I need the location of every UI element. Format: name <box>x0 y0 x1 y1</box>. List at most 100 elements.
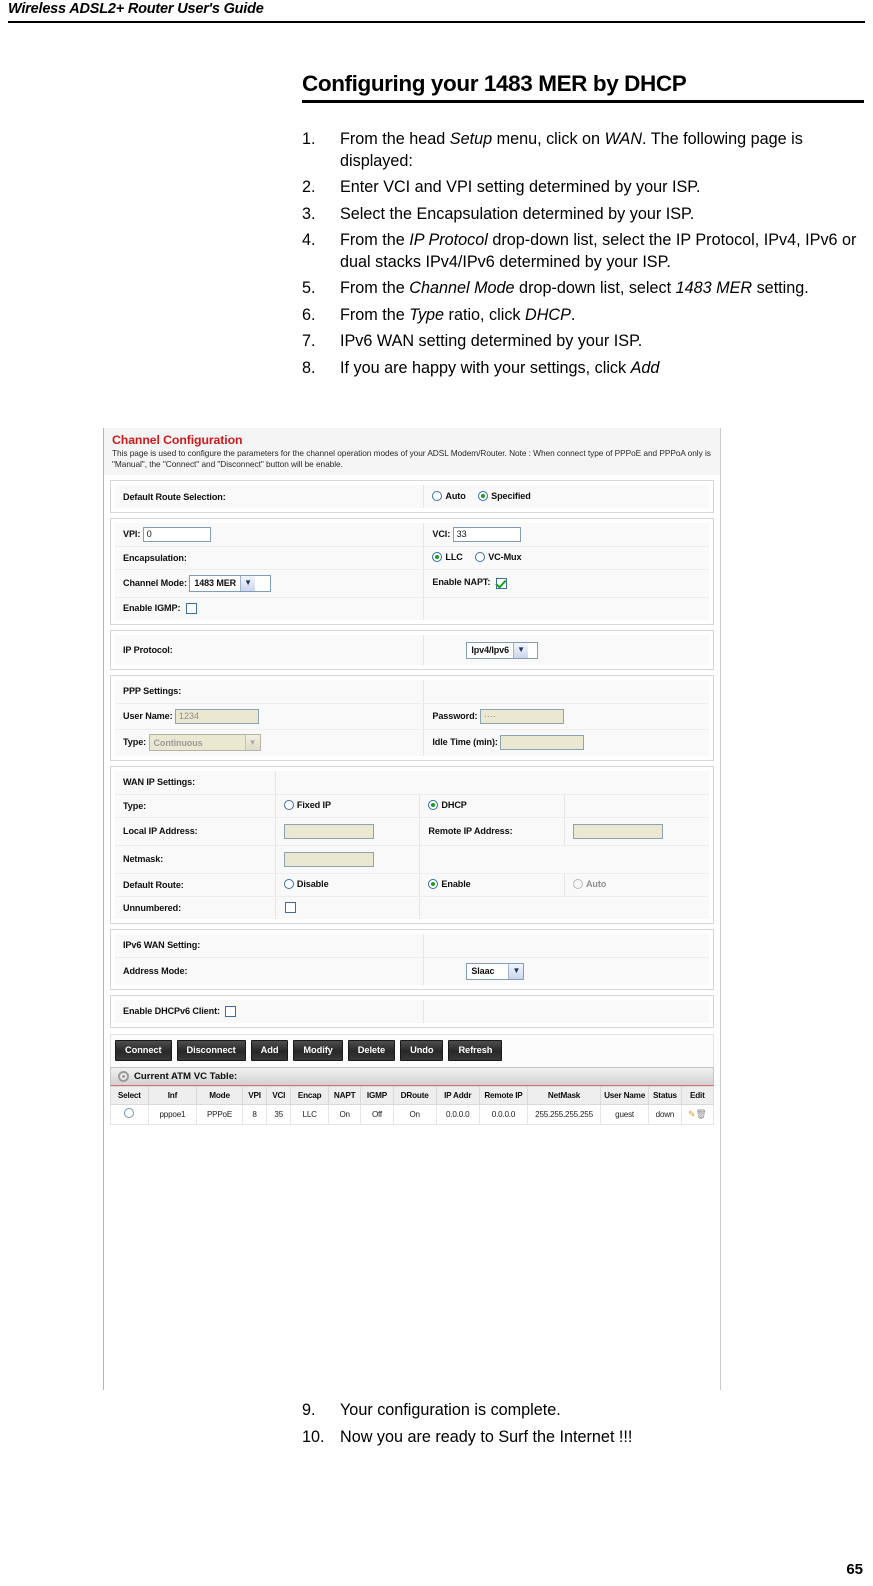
remote-ip-label-cell: Remote IP Address: <box>419 817 565 846</box>
step-text: Enter VCI and VPI setting determined by … <box>340 178 701 196</box>
modify-button[interactable]: Modify <box>293 1040 343 1061</box>
vc-column-header: Remote IP <box>478 1086 529 1105</box>
running-header: Wireless ADSL2+ Router User's Guide <box>8 0 865 22</box>
vc-cell-igmp: Off <box>360 1104 394 1125</box>
radio-default-route-auto-wan[interactable]: Auto <box>572 878 607 889</box>
panel-description: This page is used to configure the param… <box>112 448 711 469</box>
channel-mode-select[interactable]: 1483 MER ▼ <box>189 574 272 592</box>
vc-cell-inf: pppoe1 <box>147 1104 198 1125</box>
ppp-type-select[interactable]: Continuous ▼ <box>148 734 261 752</box>
radio-default-route-auto[interactable]: Auto <box>432 490 466 501</box>
header-divider <box>8 21 865 23</box>
local-ip-input[interactable] <box>283 823 374 839</box>
vc-row-select-radio[interactable] <box>124 1108 135 1118</box>
enable-napt-label: Enable NAPT: <box>432 577 491 588</box>
ppp-username-input[interactable] <box>174 708 259 724</box>
delete-button[interactable]: Delete <box>347 1040 396 1061</box>
dhcpv6-checkbox[interactable] <box>225 1006 237 1018</box>
address-mode-value: Slaac <box>471 966 495 977</box>
unnumbered-checkbox[interactable] <box>284 902 296 914</box>
radio-icon-fixed-ip <box>283 799 294 810</box>
vc-column-header: Select <box>110 1086 149 1105</box>
radio-default-route-specified[interactable]: Specified <box>478 490 531 501</box>
default-route-enable-cell: Enable <box>419 873 565 897</box>
ppp-idle-time-label: Idle Time (min): <box>432 737 498 748</box>
address-mode-label: Address Mode: <box>115 957 424 985</box>
step-number: 1. <box>302 130 316 148</box>
wan-ip-type-empty-cell <box>563 794 709 818</box>
connect-button[interactable]: Connect <box>115 1040 172 1061</box>
ppp-username-cell: User Name: <box>115 703 424 730</box>
radio-icon-llc <box>432 551 443 562</box>
ip-protocol-select[interactable]: Ipv4/Ipv6 ▼ <box>466 641 539 659</box>
enable-igmp-checkbox[interactable] <box>185 603 197 615</box>
wan-ip-type-dhcp-cell: DHCP <box>419 794 565 818</box>
radio-label-vcmux: VC-Mux <box>488 551 522 562</box>
enable-napt-checkbox[interactable] <box>495 577 507 589</box>
address-mode-cell: Slaac ▼ <box>423 957 709 985</box>
step-number: 7. <box>302 332 316 350</box>
refresh-button[interactable]: Refresh <box>448 1040 503 1061</box>
unnumbered-row: Unnumbered: <box>115 896 709 919</box>
action-button-bar: Connect Disconnect Add Modify Delete Undo Refr… <box>110 1034 714 1067</box>
vc-cell-mode: PPPoE <box>196 1104 243 1125</box>
dhcpv6-label: Enable DHCPv6 Client: <box>123 1005 220 1016</box>
procedure-steps-top: 1. From the head Setup menu, click on WAN… <box>302 129 873 384</box>
default-route-selection-group: Default Route Selection: Auto Specified <box>110 480 714 513</box>
vpi-input[interactable] <box>142 526 211 542</box>
procedure-step: 6. From the Type ratio, click DHCP. <box>302 305 873 327</box>
radio-label-auto-wan: Auto <box>585 878 607 889</box>
ipv6-section-row: IPv6 WAN Setting: <box>115 934 709 958</box>
vpi-cell: VPI: <box>115 523 424 547</box>
ip-protocol-cell: Ipv4/Ipv6 ▼ <box>423 635 709 665</box>
add-button[interactable]: Add <box>250 1040 289 1061</box>
disconnect-button[interactable]: Disconnect <box>176 1040 246 1061</box>
ppp-password-label: Password: <box>432 710 478 721</box>
ip-protocol-label: IP Protocol: <box>115 635 424 665</box>
radio-encapsulation-llc[interactable]: LLC <box>432 551 463 562</box>
default-route-row: Default Route: Disable Enable Auto <box>115 873 709 897</box>
ppp-type-row: Type: Continuous ▼ Idle Time (min): <box>115 729 709 756</box>
atm-settings-group: VPI: VCI: Encapsulation: LLC <box>110 518 714 625</box>
trash-icon[interactable]: 🗑 <box>695 1109 706 1119</box>
radio-default-route-enable[interactable]: Enable <box>428 878 471 889</box>
vc-cell-napt: On <box>328 1104 362 1125</box>
vci-input[interactable] <box>452 526 521 542</box>
undo-button[interactable]: Undo <box>400 1040 444 1061</box>
atm-vc-table-body: pppoe1 PPPoE 8 35 LLC On Off On 0.0.0.0 0.0.0.0 25… <box>110 1104 715 1125</box>
step-number: 9. <box>302 1401 316 1419</box>
atm-vc-table-header-row: Select Inf Mode VPI VCI Encap NAPT IGMP DRoute IP… <box>110 1086 715 1105</box>
encapsulation-row: Encapsulation: LLC VC-Mux <box>115 546 709 570</box>
netmask-input[interactable] <box>283 851 374 867</box>
step-number: 2. <box>302 178 316 196</box>
ppp-section-spacer <box>423 680 709 704</box>
radio-wan-type-fixed-ip[interactable]: Fixed IP <box>283 799 331 810</box>
radio-icon-enable <box>428 878 439 889</box>
step-number: 10. <box>302 1427 325 1446</box>
radio-icon-auto-wan <box>572 878 583 889</box>
ppp-settings-group: PPP Settings: User Name: Password: <box>110 675 714 761</box>
chevron-down-icon: ▼ <box>513 642 528 658</box>
vc-column-header: Mode <box>196 1086 243 1105</box>
panel-heading: Channel Configuration <box>112 433 243 447</box>
ipv6-section-label: IPv6 WAN Setting: <box>115 934 424 958</box>
step-number: 4. <box>302 231 316 249</box>
radio-default-route-disable[interactable]: Disable <box>283 878 329 889</box>
procedure-step: 7. IPv6 WAN setting determined by your IS… <box>302 331 873 353</box>
vc-cell-netmask: 255.255.255.255 <box>527 1104 601 1125</box>
radio-wan-type-dhcp[interactable]: DHCP <box>428 799 467 810</box>
radio-encapsulation-vcmux[interactable]: VC-Mux <box>475 551 522 562</box>
address-mode-select[interactable]: Slaac ▼ <box>466 962 525 980</box>
remote-ip-input[interactable] <box>572 823 663 839</box>
step-number: 6. <box>302 305 316 324</box>
current-atm-vc-table-section: Current ATM VC Table: Select Inf Mode VPI VC… <box>110 1067 715 1125</box>
vc-cell-ip-addr: 0.0.0.0 <box>435 1104 480 1125</box>
page-number: 65 <box>846 1561 863 1578</box>
radio-label-dhcp: DHCP <box>441 799 467 810</box>
ip-protocol-value: Ipv4/Ipv6 <box>471 645 509 655</box>
ppp-idle-time-input[interactable] <box>500 735 585 751</box>
procedure-step: 4. From the IP Protocol drop-down list, s… <box>302 230 873 273</box>
chevron-down-icon: ▼ <box>508 963 524 979</box>
page-title: Configuring your 1483 MER by DHCP <box>302 71 687 96</box>
ppp-password-input[interactable] <box>479 708 564 724</box>
